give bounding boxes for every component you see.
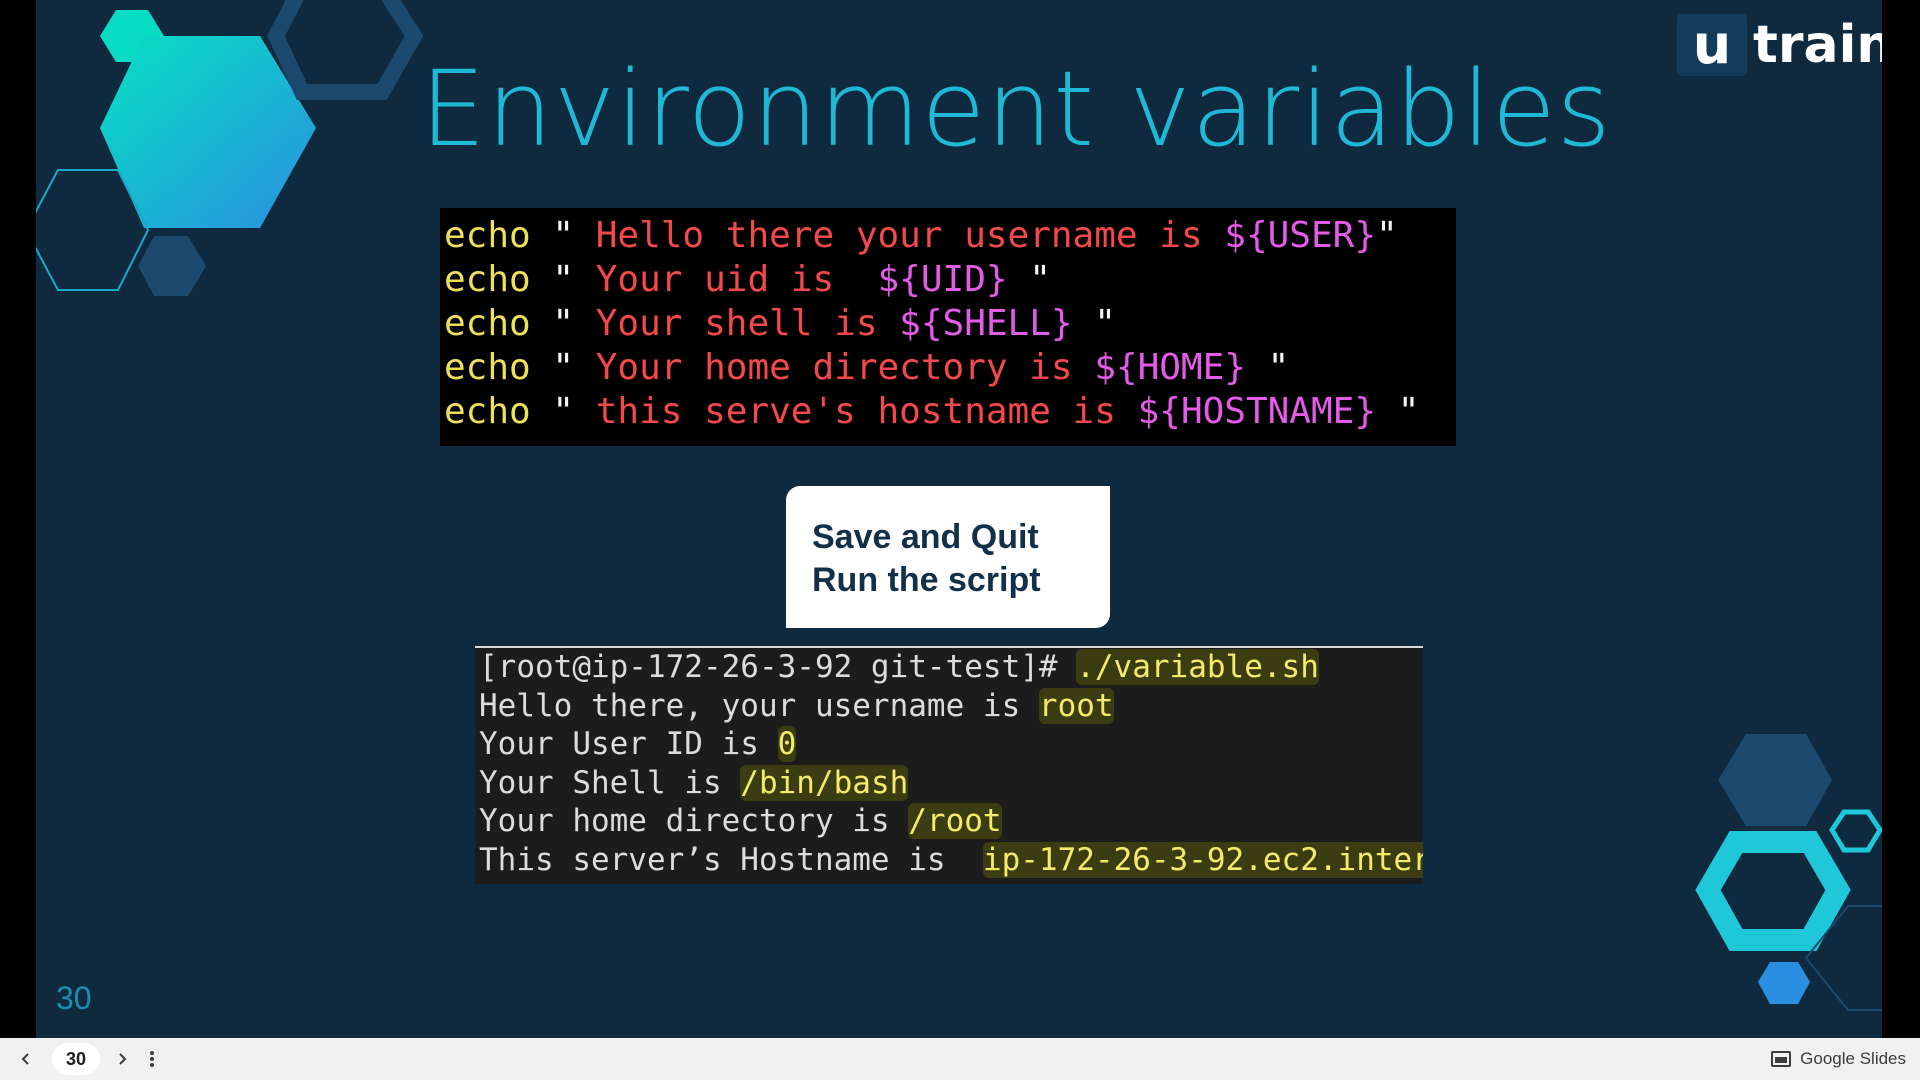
code-quote: ": [530, 259, 575, 300]
callout-line-1: Save and Quit: [812, 518, 1039, 556]
terminal-highlight: ./variable.sh: [1076, 649, 1319, 685]
code-keyword: echo: [444, 391, 531, 432]
hexagon-shape: [1758, 962, 1810, 1004]
slide-title: Environment variables: [420, 48, 1612, 170]
code-line: echo " Hello there your username is ${US…: [444, 214, 1456, 258]
page-number-input[interactable]: 30: [52, 1043, 100, 1075]
code-quote: ": [1245, 347, 1290, 388]
code-variable: ${USER}: [1224, 215, 1376, 256]
google-slides-link[interactable]: Google Slides: [1771, 1038, 1906, 1080]
code-quote: ": [1376, 391, 1420, 432]
terminal-line: [root@ip-172-26-3-92 git-test]# ./variab…: [479, 648, 1423, 687]
chevron-left-icon[interactable]: [14, 1047, 38, 1071]
code-keyword: echo: [444, 303, 531, 344]
code-string: this serve's hostname is: [574, 391, 1138, 432]
terminal-text: This server’s Hostname is: [479, 841, 983, 878]
terminal-text: Your home directory is: [479, 803, 909, 839]
code-string: Your shell is: [574, 303, 900, 344]
instruction-callout: Save and Quit Run the script: [786, 486, 1110, 628]
code-quote: ": [530, 391, 575, 432]
terminal-line: Hello there, your username is root: [479, 687, 1423, 726]
code-string: Hello there your username is: [574, 215, 1225, 256]
terminal-text: [root@ip-172-26-3-92 git-test]#: [479, 649, 1077, 685]
hexagon-shape: [138, 236, 206, 296]
terminal-line: Your Shell is /bin/bash: [479, 764, 1423, 803]
utrain-logo: u train: [1677, 14, 1882, 76]
code-keyword: echo: [444, 259, 531, 300]
code-keyword: echo: [444, 347, 531, 388]
more-vert-icon[interactable]: [140, 1047, 164, 1071]
code-variable: ${SHELL}: [899, 303, 1073, 344]
logo-box: u: [1677, 14, 1747, 76]
terminal-line: Your home directory is /root: [479, 802, 1423, 841]
code-string: Your uid is: [574, 259, 878, 300]
hexagon-shape: [267, 0, 424, 100]
terminal-text: Your Shell is: [479, 764, 741, 801]
code-quote: ": [1376, 215, 1398, 256]
terminal-line: Your User ID is 0: [479, 725, 1423, 764]
callout-line-2: Run the script: [812, 561, 1041, 599]
code-variable: ${HOME}: [1094, 347, 1246, 388]
slides-viewer: Environment variables u train echo " Hel…: [0, 0, 1920, 1080]
code-quote: ": [1007, 259, 1051, 300]
code-line: echo " Your home directory is ${HOME} ": [444, 346, 1456, 390]
hexagon-shape: [1695, 831, 1851, 951]
slides-toolbar: 30 Google Slides: [0, 1038, 1920, 1080]
code-line: echo " Your shell is ${SHELL} ": [444, 302, 1456, 346]
terminal-highlight: /root: [908, 803, 1002, 839]
code-variable: ${HOSTNAME}: [1137, 391, 1377, 432]
logo-text: train: [1753, 15, 1882, 75]
slides-icon: [1771, 1051, 1792, 1067]
code-quote: ": [530, 347, 575, 388]
brand-label: Google Slides: [1800, 1049, 1906, 1068]
slide-canvas: Environment variables u train echo " Hel…: [36, 0, 1882, 1038]
code-variable: ${UID}: [877, 259, 1008, 300]
code-string: Your home directory is: [574, 347, 1095, 388]
code-quote: ": [1072, 303, 1116, 344]
code-keyword: echo: [444, 215, 531, 256]
slide-page-number: 30: [56, 980, 92, 1016]
terminal-output: [root@ip-172-26-3-92 git-test]# ./variab…: [475, 646, 1423, 884]
code-line: echo " Your uid is ${UID} ": [444, 258, 1456, 302]
terminal-text: Hello there, your username is: [479, 687, 1039, 724]
terminal-line: This server’s Hostname is ip-172-26-3-92…: [479, 841, 1423, 880]
hexagon-shape: [1829, 809, 1882, 853]
terminal-highlight: ip-172-26-3-92.ec2.internal: [982, 841, 1423, 878]
code-line: echo " this serve's hostname is ${HOSTNA…: [444, 390, 1456, 434]
terminal-highlight: root: [1038, 687, 1114, 724]
chevron-right-icon[interactable]: [110, 1047, 134, 1071]
terminal-highlight: 0: [777, 726, 797, 762]
code-quote: ": [530, 215, 575, 256]
hexagon-shape: [1718, 734, 1832, 826]
terminal-highlight: /bin/bash: [740, 764, 909, 801]
code-quote: ": [530, 303, 575, 344]
terminal-text: Your User ID is: [479, 726, 778, 762]
code-snippet: echo " Hello there your username is ${US…: [440, 208, 1456, 446]
